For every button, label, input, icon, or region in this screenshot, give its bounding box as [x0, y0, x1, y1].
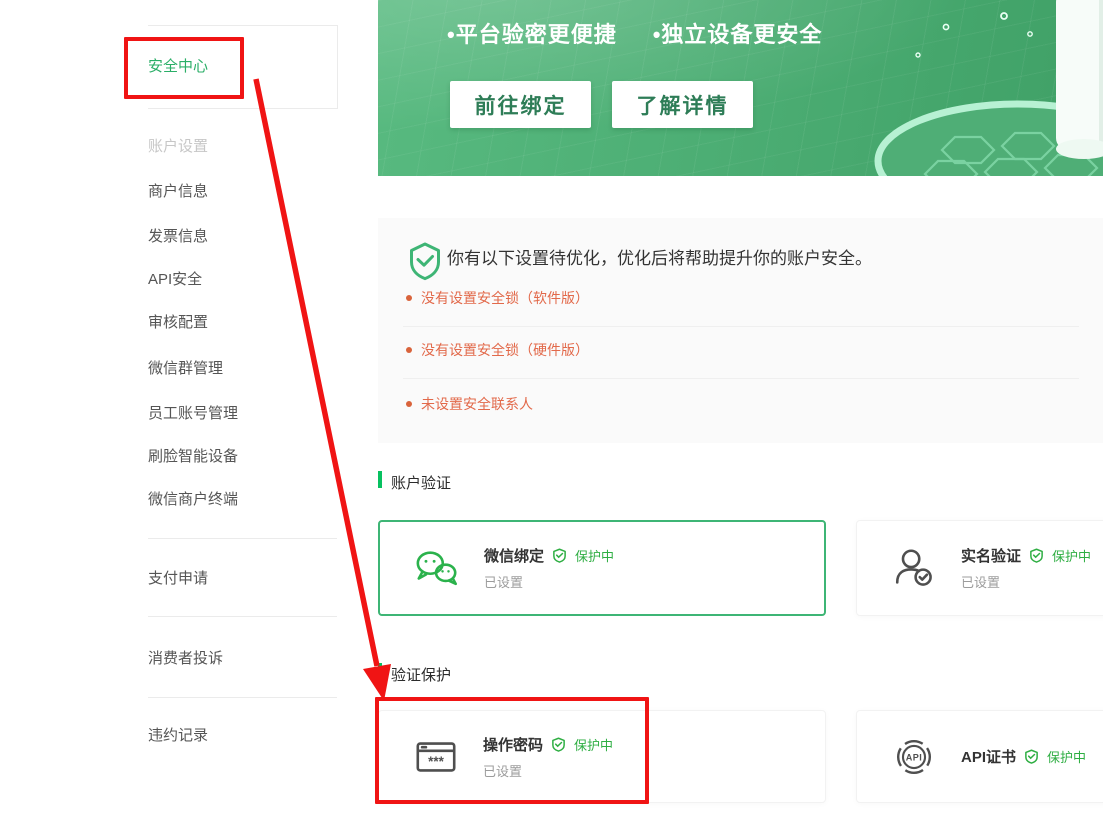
sidebar-item-wechat-group[interactable]: 微信群管理: [148, 361, 223, 377]
sidebar-item-staff-accounts[interactable]: 员工账号管理: [148, 406, 238, 422]
divider: [148, 538, 337, 539]
wechat-icon: [414, 545, 460, 591]
shield-badge-icon: [1024, 749, 1039, 764]
go-bind-button[interactable]: 前往绑定: [450, 81, 591, 128]
card-title: 操作密码: [483, 734, 543, 755]
sidebar-item-consumer-complaints[interactable]: 消费者投诉: [148, 651, 223, 667]
divider: [148, 697, 337, 698]
api-glyph: API: [906, 752, 923, 762]
divider: [403, 326, 1079, 327]
card-operation-password[interactable]: *** 操作密码 保护中 已设置: [378, 710, 826, 803]
card-realname-verification[interactable]: 实名验证 保护中 已设置: [856, 520, 1103, 616]
section-title-account-verification: 账户验证: [391, 472, 451, 493]
password-window-icon: ***: [413, 734, 459, 780]
status-badge: 保护中: [574, 735, 613, 754]
bullet-dot: [406, 347, 412, 353]
sidebar-item-violation-records[interactable]: 违约记录: [148, 728, 208, 744]
shield-check-icon: [405, 241, 445, 281]
banner-benefit-2: •独立设备更安全: [653, 17, 823, 49]
status-badge: 保护中: [575, 546, 614, 565]
card-subtitle: 已设置: [484, 572, 614, 591]
card-wechat-binding[interactable]: 微信绑定 保护中 已设置: [378, 520, 826, 616]
person-check-icon: [891, 545, 937, 591]
section-accent-bar: [378, 471, 382, 488]
divider: [148, 108, 337, 109]
shield-badge-icon: [1029, 548, 1044, 563]
sidebar-active-section-border: [337, 25, 338, 109]
sidebar-item-account-settings[interactable]: 账户设置: [148, 139, 208, 155]
status-badge: 保护中: [1052, 546, 1091, 565]
bullet-dot: [406, 401, 412, 407]
sidebar-item-api-security[interactable]: API安全: [148, 272, 202, 288]
asterisks-glyph: ***: [428, 754, 444, 769]
sidebar-item-review-config[interactable]: 审核配置: [148, 315, 208, 331]
notice-title: 你有以下设置待优化，优化后将帮助提升你的账户安全。: [447, 244, 872, 269]
divider: [148, 25, 337, 26]
sidebar-item-payment-apply[interactable]: 支付申请: [148, 571, 208, 587]
learn-more-button[interactable]: 了解详情: [612, 81, 753, 128]
status-badge: 保护中: [1047, 747, 1086, 766]
sidebar-item-face-devices[interactable]: 刷脸智能设备: [148, 449, 238, 465]
security-notice-panel: 你有以下设置待优化，优化后将帮助提升你的账户安全。 没有设置安全锁（软件版） 没…: [378, 218, 1103, 443]
card-title: 微信绑定: [484, 545, 544, 566]
sidebar-item-security-center[interactable]: 安全中心: [148, 59, 208, 75]
sidebar-item-merchant-info[interactable]: 商户信息: [148, 184, 208, 200]
card-subtitle: 已设置: [483, 761, 613, 780]
shield-badge-icon: [551, 737, 566, 752]
card-subtitle: 已设置: [961, 572, 1091, 591]
bullet-dot: [406, 295, 412, 301]
card-api-certificate[interactable]: API API证书 保护中: [856, 710, 1103, 803]
section-accent-bar: [378, 663, 382, 680]
promo-banner: •平台验密更便捷 •独立设备更安全 前往绑定 了解详情: [378, 0, 1103, 176]
banner-platform-illustration: [813, 0, 1103, 176]
section-title-verification-protection: 验证保护: [391, 664, 451, 685]
api-seal-icon: API: [891, 734, 937, 780]
security-center-page: 安全中心 账户设置 商户信息 发票信息 API安全 审核配置 微信群管理 员工账…: [0, 0, 1103, 827]
banner-benefit-1: •平台验密更便捷: [447, 17, 617, 49]
divider: [403, 378, 1079, 379]
banner-headline: •平台验密更便捷 •独立设备更安全: [447, 17, 822, 49]
divider: [148, 616, 337, 617]
notice-item-hardlock[interactable]: 没有设置安全锁（硬件版）: [406, 340, 589, 360]
card-title: 实名验证: [961, 545, 1021, 566]
sidebar-item-merchant-terminal[interactable]: 微信商户终端: [148, 492, 238, 508]
notice-item-softlock[interactable]: 没有设置安全锁（软件版）: [406, 288, 589, 308]
card-title: API证书: [961, 746, 1016, 767]
shield-badge-icon: [552, 548, 567, 563]
sidebar-item-invoice-info[interactable]: 发票信息: [148, 229, 208, 245]
notice-item-contact[interactable]: 未设置安全联系人: [406, 394, 533, 414]
